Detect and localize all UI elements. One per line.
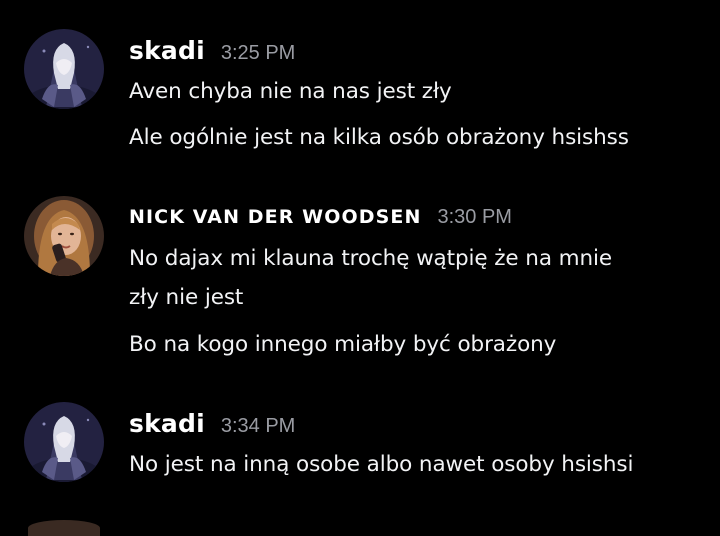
user-avatar-image — [24, 29, 104, 109]
timestamp: 3:30 PM — [437, 206, 512, 228]
message-text: No jest na inną osobe albo nawet osoby h… — [129, 452, 634, 477]
avatar[interactable] — [24, 29, 104, 109]
timestamp: 3:25 PM — [220, 42, 296, 64]
user-avatar-image — [24, 196, 104, 276]
message-text: Ale ogólnie jest na kilka osób obrażony … — [129, 125, 629, 150]
username[interactable]: NICK VAN DER WOODSEN — [129, 206, 421, 228]
avatar[interactable] — [24, 402, 104, 482]
message-text: Bo na kogo innego miałby być obrażony — [129, 332, 557, 357]
timestamp: 3:34 PM — [220, 415, 296, 437]
message-text: zły nie jest — [129, 285, 244, 310]
avatar[interactable] — [24, 196, 104, 276]
message-text: Aven chyba nie na nas jest zły — [129, 79, 452, 104]
user-avatar-image — [24, 402, 104, 482]
username[interactable]: skadi — [129, 409, 205, 438]
message-header: skadi 3:34 PM — [129, 409, 295, 438]
message-header: skadi 3:25 PM — [129, 36, 295, 65]
avatar[interactable] — [28, 520, 100, 536]
username[interactable]: skadi — [129, 36, 205, 65]
message-text: No dajax mi klauna trochę wątpię że na m… — [129, 246, 612, 271]
message-header: NICK VAN DER WOODSEN 3:30 PM — [129, 206, 512, 229]
